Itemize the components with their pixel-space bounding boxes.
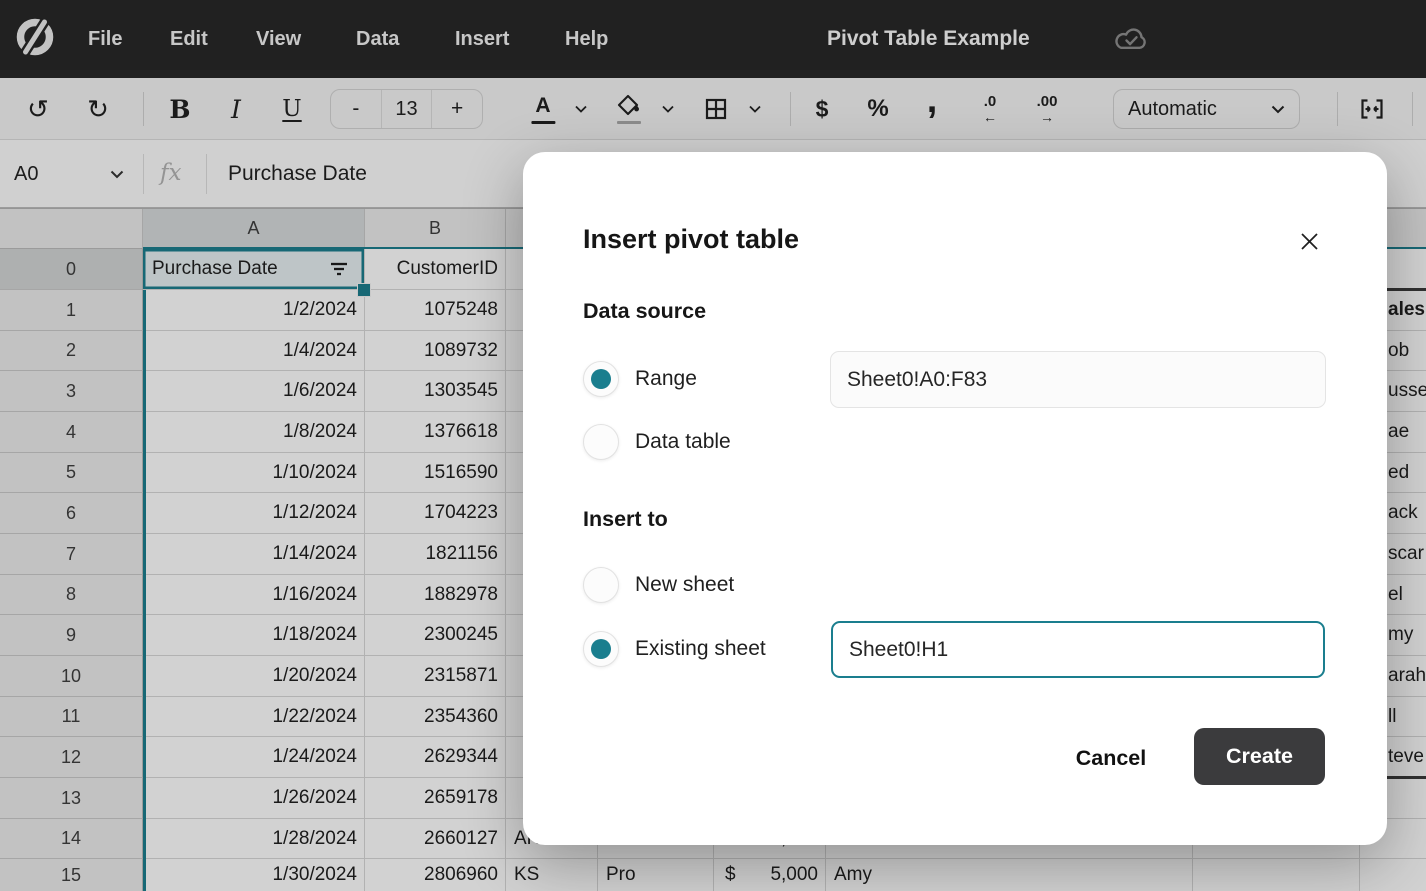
existing-sheet-radio[interactable] bbox=[583, 631, 619, 667]
insert-to-label: Insert to bbox=[583, 507, 668, 532]
data-source-label: Data source bbox=[583, 299, 706, 324]
new-sheet-radio[interactable] bbox=[583, 567, 619, 603]
existing-sheet-radio-label[interactable]: Existing sheet bbox=[635, 637, 766, 661]
range-radio-label[interactable]: Range bbox=[635, 367, 697, 391]
data-table-radio[interactable] bbox=[583, 424, 619, 460]
data-table-radio-label[interactable]: Data table bbox=[635, 430, 731, 454]
app-window: File Edit View Data Insert Help Pivot Ta… bbox=[0, 0, 1426, 891]
insert-pivot-table-dialog: Insert pivot table Data source Range Dat… bbox=[523, 152, 1387, 845]
range-radio[interactable] bbox=[583, 361, 619, 397]
create-button[interactable]: Create bbox=[1194, 728, 1325, 785]
new-sheet-radio-label[interactable]: New sheet bbox=[635, 573, 734, 597]
range-input[interactable] bbox=[830, 351, 1326, 408]
existing-sheet-input[interactable] bbox=[831, 621, 1325, 678]
close-icon[interactable] bbox=[1293, 225, 1325, 257]
dialog-title: Insert pivot table bbox=[583, 224, 799, 255]
cancel-button[interactable]: Cancel bbox=[1063, 738, 1159, 779]
